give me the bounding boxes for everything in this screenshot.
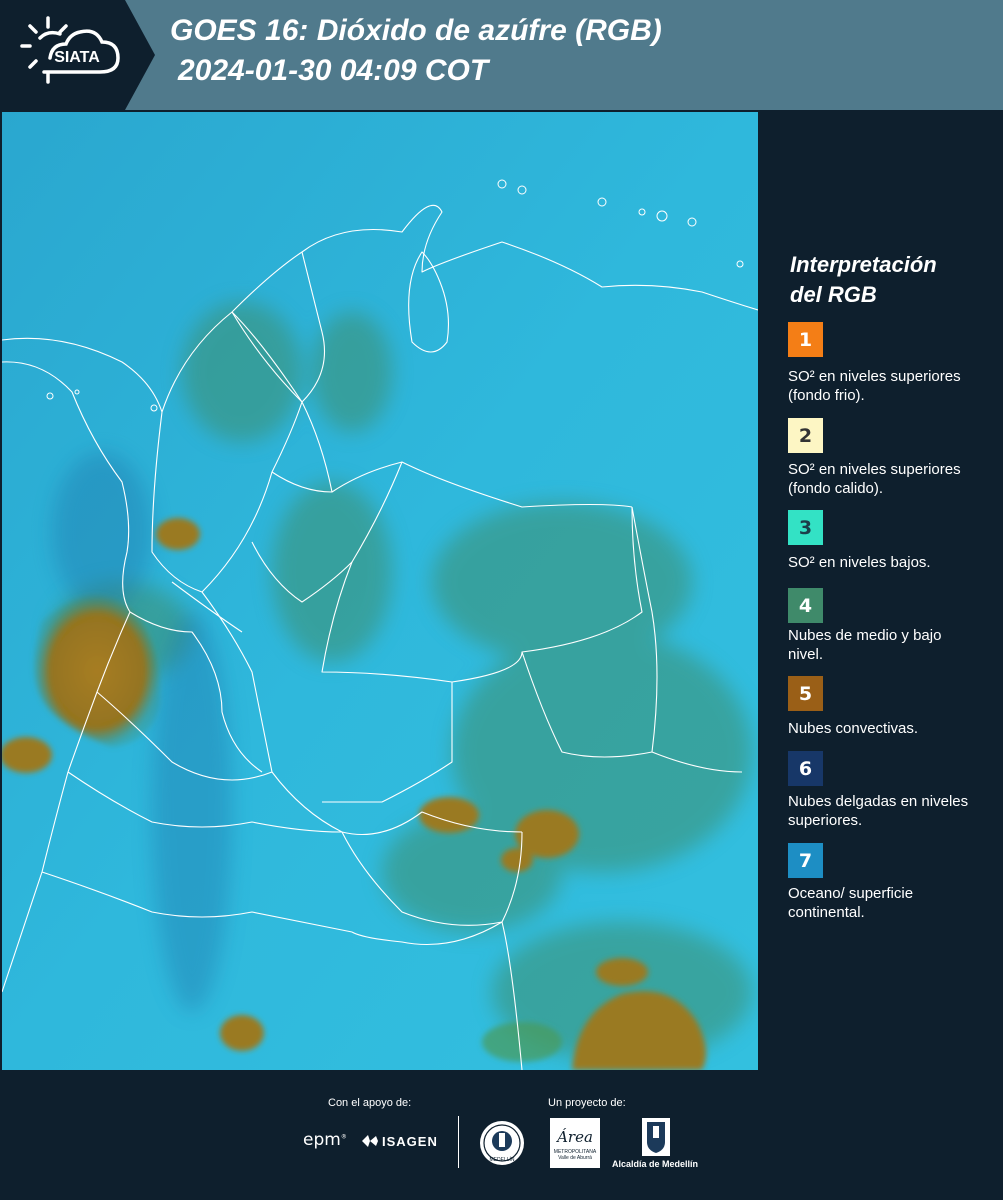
medellin-seal-icon: MEDELLÍN: [480, 1121, 524, 1165]
page-timestamp: 2024-01-30 04:09 COT: [178, 54, 489, 87]
legend-label-2: SO² en niveles superiores (fondo calido)…: [788, 461, 961, 497]
isagen-logo-text: ISAGEN: [382, 1133, 438, 1149]
legend-swatch-6: 6: [788, 751, 823, 786]
footer-bar: Con el apoyo de: Un proyecto de: epm® IS…: [0, 1070, 1003, 1200]
legend-label-6: Nubes delgadas en niveles superiores.: [788, 793, 969, 829]
legend-swatch-1: 1: [788, 322, 823, 357]
area-metropolitana-logo: Área METROPOLITANA Valle de Aburrá: [550, 1118, 600, 1168]
legend-label-3: SO² en niveles bajos.: [788, 554, 931, 571]
legend-label-5: Nubes convectivas.: [788, 720, 919, 737]
isagen-logo: ISAGEN: [360, 1133, 438, 1149]
epm-logo-text: epm: [303, 1130, 341, 1150]
legend-title-line1: Interpretación: [790, 252, 937, 277]
area-logo-text: Área: [557, 1128, 593, 1146]
page-title: GOES 16: Dióxido de azúfre (RGB): [170, 14, 662, 47]
legend-swatch-7: 7: [788, 843, 823, 878]
siata-logo-text: SIATA: [54, 49, 100, 66]
area-logo-sub2: Valle de Aburrá: [558, 1155, 592, 1161]
legend-swatch-4: 4: [788, 588, 823, 623]
isagen-icon: [362, 1135, 378, 1147]
alcaldia-shield-icon: [642, 1118, 670, 1156]
legend-label-7: Oceano/ superficie continental.: [788, 885, 914, 921]
legend-label-4: Nubes de medio y bajo nivel.: [788, 627, 942, 663]
legend-panel: Interpretación del RGB 1 SO² en niveles …: [760, 110, 1003, 1068]
siata-logo: SIATA: [0, 0, 155, 110]
medellin-seal-text: MEDELLÍN: [489, 1156, 514, 1163]
project-label: Un proyecto de:: [548, 1097, 626, 1109]
alcaldia-label: Alcaldía de Medellín: [612, 1159, 699, 1169]
footer-divider: [458, 1116, 459, 1168]
legend-swatch-5: 5: [788, 676, 823, 711]
support-label: Con el apoyo de:: [328, 1097, 412, 1109]
legend-label-1: SO² en niveles superiores (fondo frio).: [788, 368, 961, 404]
satellite-image: [2, 112, 758, 1070]
epm-logo: epm®: [303, 1130, 347, 1150]
legend-title-line2: del RGB: [790, 282, 877, 307]
satellite-map: [2, 112, 758, 1070]
legend-swatch-2: 2: [788, 418, 823, 453]
legend-swatch-3: 3: [788, 510, 823, 545]
legend-title: Interpretación del RGB: [790, 250, 990, 310]
header-bar: SIATA GOES 16: Dióxido de azúfre (RGB) 2…: [0, 0, 1003, 110]
